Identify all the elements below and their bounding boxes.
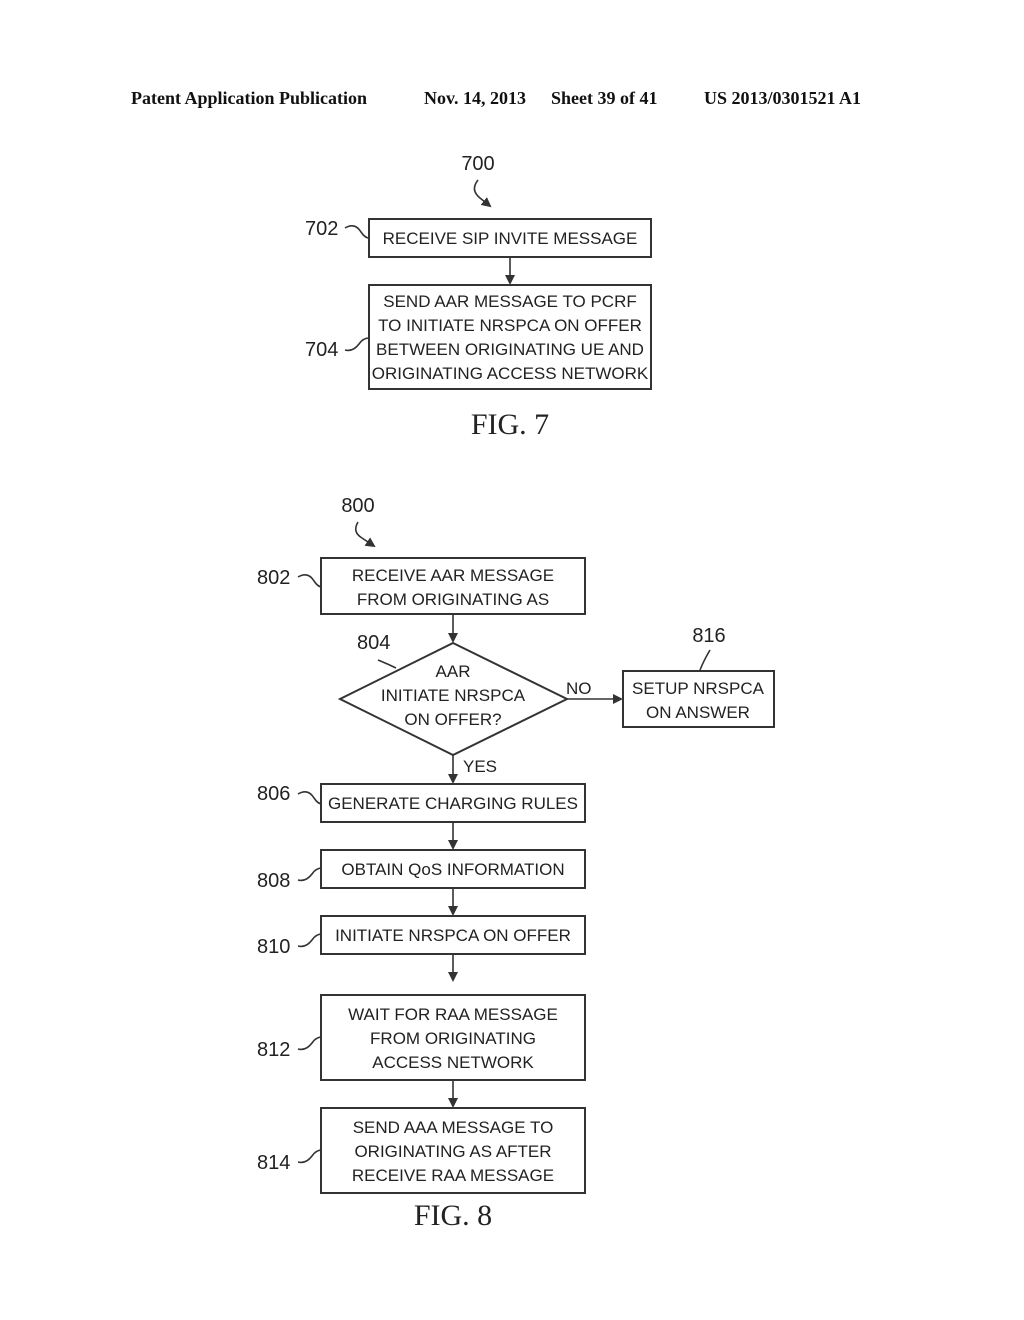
fig8-caption: FIG. 8 [414,1199,492,1232]
decision-804-line-3: ON OFFER? [404,710,501,729]
step-814-box: SEND AAA MESSAGE TO ORIGINATING AS AFTER… [320,1107,586,1194]
step-816-line-1: SETUP NRSPCA [632,679,765,698]
step-812-line-2: FROM ORIGINATING [370,1029,536,1048]
step-704-leader [344,337,370,352]
step-816-box: SETUP NRSPCA ON ANSWER [622,670,775,728]
step-810-text: INITIATE NRSPCA ON OFFER [335,926,571,945]
step-812-box: WAIT FOR RAA MESSAGE FROM ORIGINATING AC… [320,994,586,1081]
fig7-ref-arrow [473,179,492,208]
flowchart-canvas: 700 702 RECEIVE SIP INVITE MESSAGE 704 S… [257,153,775,1232]
step-812-line-1: WAIT FOR RAA MESSAGE [348,1005,558,1024]
step-704-ref: 704 [305,339,338,361]
decision-804-line-1: AAR [436,662,471,681]
step-810-leader [297,933,323,948]
fig8-ref-arrow [354,521,376,548]
step-814-line-2: ORIGINATING AS AFTER [354,1142,551,1161]
step-802-box: RECEIVE AAR MESSAGE FROM ORIGINATING AS [320,557,586,615]
step-816-ref: 816 [692,625,725,647]
decision-804-line-2: INITIATE NRSPCA [381,686,526,705]
step-806-box: GENERATE CHARGING RULES [320,783,586,823]
step-702-leader [344,224,370,239]
step-808-text: OBTAIN QoS INFORMATION [341,860,564,879]
fig7-ref: 700 [461,153,494,175]
step-704-line-1: SEND AAR MESSAGE TO PCRF [383,292,637,311]
step-810-ref: 810 [257,936,290,958]
step-702-ref: 702 [305,218,338,240]
step-814-line-3: RECEIVE RAA MESSAGE [352,1166,554,1185]
step-702-text: RECEIVE SIP INVITE MESSAGE [383,229,638,248]
step-816-leader [699,649,711,671]
step-814-leader [297,1149,323,1164]
step-808-box: OBTAIN QoS INFORMATION [320,849,586,889]
step-816-line-2: ON ANSWER [646,703,750,722]
step-804-leader [377,659,397,669]
step-810-box: INITIATE NRSPCA ON OFFER [320,915,586,955]
step-802-line-1: RECEIVE AAR MESSAGE [352,566,554,585]
branch-no-label: NO [566,679,592,698]
step-804-ref: 804 [357,632,390,654]
fig7-caption: FIG. 7 [471,408,549,441]
step-702-box: RECEIVE SIP INVITE MESSAGE [368,218,652,258]
step-814-ref: 814 [257,1152,290,1174]
step-704-line-4: ORIGINATING ACCESS NETWORK [372,364,649,383]
decision-804: AAR INITIATE NRSPCA ON OFFER? [337,641,570,757]
step-808-ref: 808 [257,870,290,892]
fig8-ref: 800 [341,495,374,517]
step-802-ref: 802 [257,567,290,589]
step-704-line-3: BETWEEN ORIGINATING UE AND [376,340,644,359]
step-806-ref: 806 [257,783,290,805]
step-802-line-2: FROM ORIGINATING AS [357,590,549,609]
step-812-line-3: ACCESS NETWORK [372,1053,534,1072]
step-812-ref: 812 [257,1039,290,1061]
step-704-line-2: TO INITIATE NRSPCA ON OFFER [378,316,642,335]
step-808-leader [297,867,323,882]
step-704-box: SEND AAR MESSAGE TO PCRF TO INITIATE NRS… [368,284,652,390]
branch-yes-label: YES [463,757,497,776]
step-802-leader [297,573,323,588]
step-814-line-1: SEND AAA MESSAGE TO [353,1118,554,1137]
step-812-leader [297,1036,323,1051]
step-806-text: GENERATE CHARGING RULES [328,794,578,813]
step-806-leader [297,790,323,805]
